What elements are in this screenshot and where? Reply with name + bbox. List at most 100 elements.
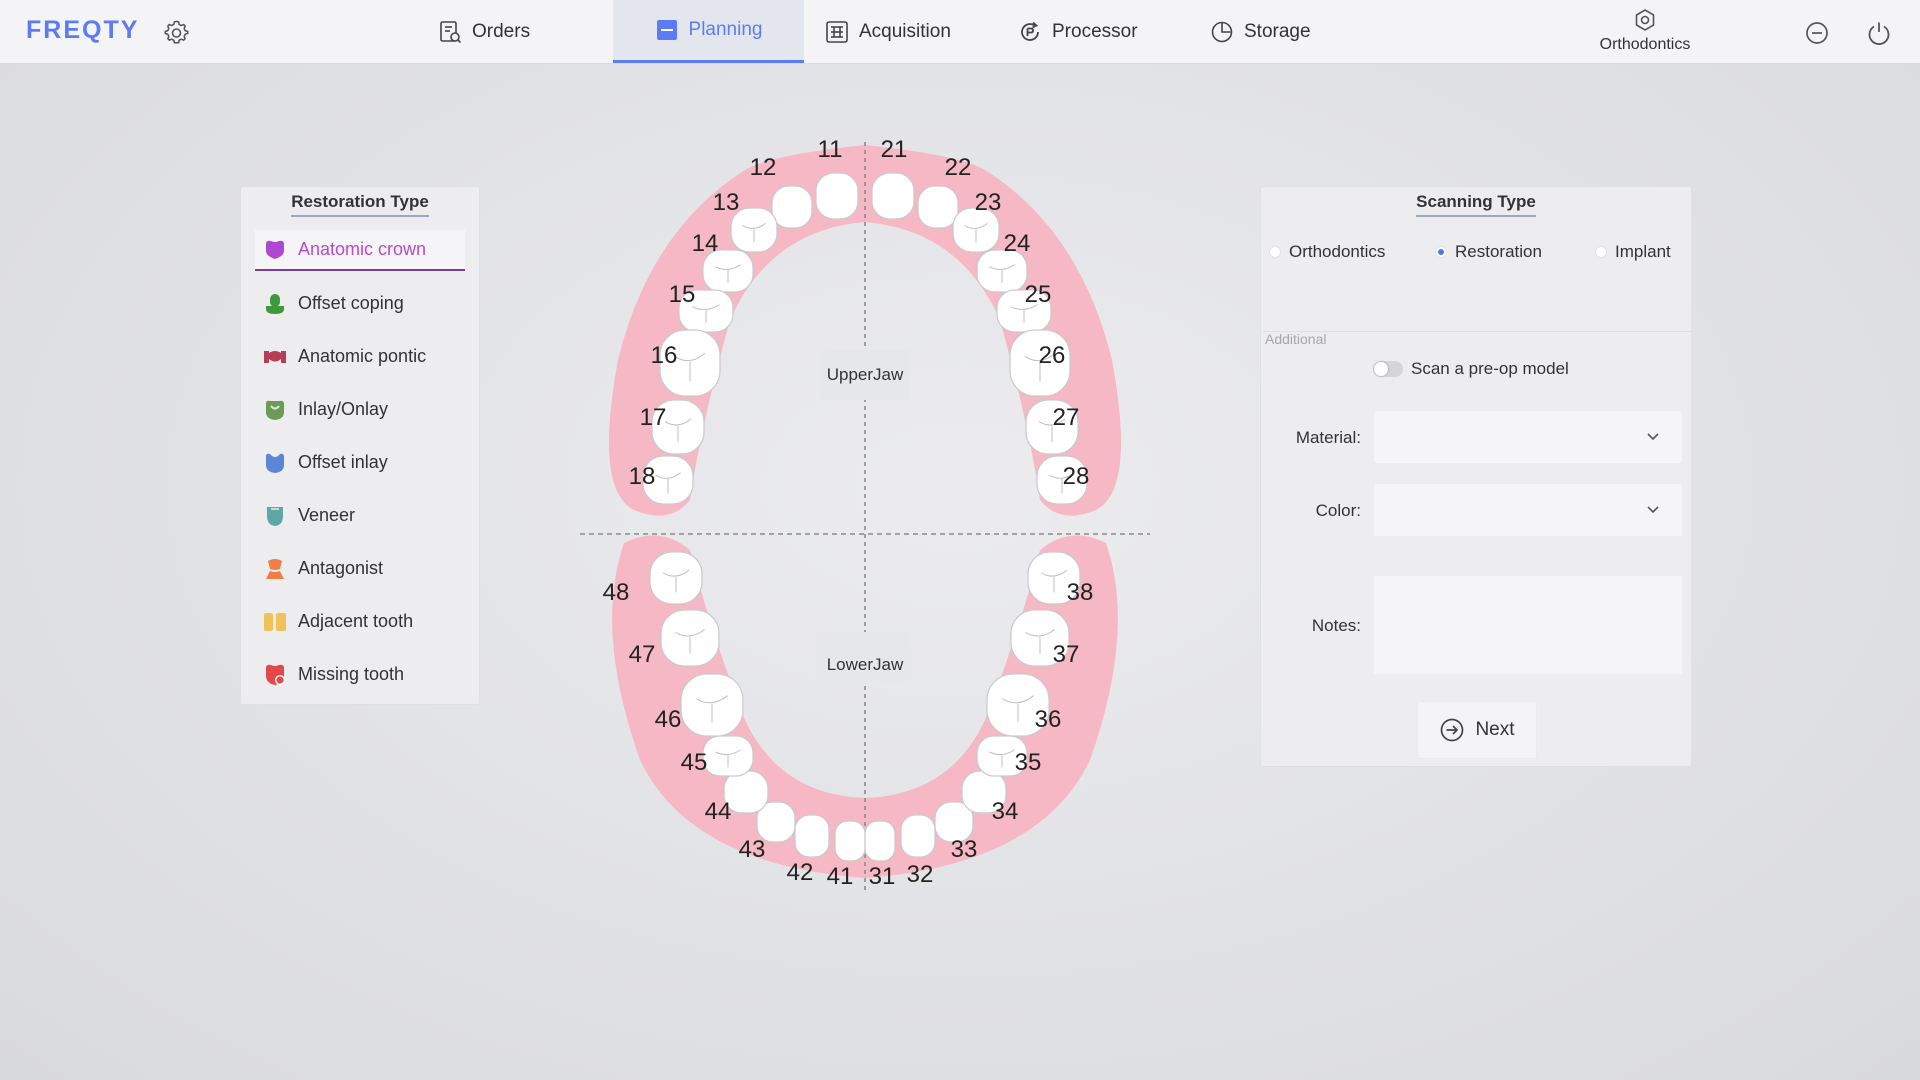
tooth[interactable] — [771, 185, 813, 229]
missing-tooth-icon — [266, 664, 285, 685]
processor-icon — [1021, 21, 1039, 41]
tooth-number-label: 15 — [669, 281, 696, 308]
orders-icon — [440, 20, 462, 43]
planning-icon — [656, 20, 677, 40]
tooth-number-label: 25 — [1025, 281, 1052, 308]
scan-mode-label: Orthodontics — [1599, 36, 1691, 53]
color-select[interactable] — [1374, 484, 1682, 536]
radio-label: Orthodontics — [1289, 242, 1386, 261]
chevron-down-icon — [1647, 506, 1659, 514]
divider — [1263, 331, 1691, 332]
tooth-number-label: 14 — [692, 230, 719, 257]
tooth-crown — [771, 185, 813, 229]
tooth[interactable] — [815, 172, 859, 220]
minimize-icon[interactable] — [1803, 19, 1831, 47]
tooth-chart: UpperJaw LowerJaw 11 12 13 14 15 16 17 18 21 22 23… — [570, 130, 1160, 900]
tooth-number-label: 24 — [1004, 230, 1031, 257]
tooth-crown — [871, 172, 915, 220]
tooth-number-label: 31 — [869, 863, 896, 890]
restoration-item-anatomic-crown[interactable]: Anatomic crown — [255, 230, 465, 271]
tooth[interactable] — [871, 172, 915, 220]
tooth-crown — [834, 820, 866, 862]
tab-storage-label: Storage — [1244, 20, 1311, 42]
tab-storage[interactable]: Storage — [1210, 0, 1330, 63]
notes-textarea[interactable] — [1374, 576, 1682, 674]
radio-restoration[interactable]: Restoration — [1435, 242, 1542, 262]
acquisition-icon — [826, 20, 848, 43]
tooth[interactable] — [900, 814, 936, 858]
storage-icon — [1211, 21, 1233, 42]
tab-orders[interactable]: Orders — [438, 0, 548, 63]
tooth-number-label: 41 — [827, 863, 854, 890]
tooth[interactable] — [834, 820, 866, 862]
chevron-down-icon — [1647, 433, 1659, 441]
tooth-number-label: 35 — [1015, 749, 1042, 776]
tooth[interactable] — [702, 735, 754, 777]
restoration-type-list: Anatomic crown Offset coping Anatomic po… — [255, 230, 465, 707]
coping-icon — [266, 293, 284, 314]
antagonist-icon — [266, 558, 284, 579]
tooth[interactable] — [917, 185, 959, 229]
tab-planning[interactable]: Planning — [613, 0, 804, 63]
tooth-number-label: 18 — [629, 463, 656, 490]
tooth-number-label: 23 — [975, 189, 1002, 216]
tooth-crown — [815, 172, 859, 220]
radio-dot — [1595, 246, 1607, 258]
tooth-crown — [864, 820, 896, 862]
restoration-item-inlay-onlay[interactable]: Inlay/Onlay — [255, 389, 465, 430]
tooth-number-label: 22 — [945, 154, 972, 181]
next-button[interactable]: Next — [1417, 701, 1537, 759]
tooth-number-label: 34 — [992, 798, 1019, 825]
restoration-type-panel: Restoration Type Anatomic crown Offset c… — [240, 186, 480, 705]
tooth-number-label: 42 — [787, 859, 814, 886]
restoration-item-label: Anatomic pontic — [298, 346, 427, 366]
tooth-number-label: 28 — [1063, 463, 1090, 490]
radio-implant[interactable]: Implant — [1595, 242, 1671, 262]
inlay-onlay-icon — [266, 400, 284, 420]
tab-acquisition[interactable]: Acquisition — [825, 0, 975, 63]
tooth[interactable] — [680, 673, 744, 737]
tooth-number-label: 44 — [705, 798, 732, 825]
tooth[interactable] — [660, 609, 720, 667]
tooth-crown — [794, 814, 830, 858]
restoration-item-offset-inlay[interactable]: Offset inlay — [255, 442, 465, 483]
restoration-item-veneer[interactable]: Veneer — [255, 495, 465, 536]
tooth[interactable] — [649, 551, 703, 605]
material-select[interactable] — [1374, 411, 1682, 463]
preop-toggle-label: Scan a pre-op model — [1411, 359, 1569, 378]
app-logo: FREQTY — [26, 16, 140, 44]
restoration-item-antagonist[interactable]: Antagonist — [255, 548, 465, 589]
preop-toggle-row: Scan a pre-op model — [1373, 359, 1569, 379]
preop-toggle[interactable] — [1373, 361, 1403, 377]
restoration-item-missing-tooth[interactable]: Missing tooth — [255, 654, 465, 695]
restoration-item-adjacent-tooth[interactable]: Adjacent tooth — [255, 601, 465, 642]
tooth-number-label: 43 — [739, 836, 766, 863]
lower-jaw-label: LowerJaw — [827, 655, 904, 674]
restoration-item-anatomic-pontic[interactable]: Anatomic pontic — [255, 336, 465, 377]
offset-inlay-icon — [266, 453, 284, 473]
tooth-number-label: 48 — [603, 579, 630, 606]
mode-hexagon-icon — [1635, 9, 1655, 31]
restoration-item-label: Offset coping — [298, 293, 404, 313]
radio-dot — [1435, 246, 1447, 258]
color-label: Color: — [1315, 501, 1361, 520]
tooth-number-label: 11 — [818, 136, 843, 163]
tooth-number-label: 46 — [655, 706, 682, 733]
scan-mode-indicator: Orthodontics — [1590, 8, 1700, 60]
tooth-number-label: 33 — [951, 836, 978, 863]
tab-processor[interactable]: Processor — [1018, 0, 1158, 63]
tooth-number-label: 38 — [1067, 579, 1094, 606]
tooth-number-label: 45 — [681, 749, 708, 776]
tab-orders-label: Orders — [472, 20, 531, 42]
restoration-item-label: Anatomic crown — [298, 239, 427, 259]
radio-orthodontics[interactable]: Orthodontics — [1269, 242, 1385, 262]
tooth[interactable] — [794, 814, 830, 858]
restoration-item-offset-coping[interactable]: Offset coping — [255, 283, 465, 324]
scanning-type-options: Orthodontics Restoration Implant — [1269, 242, 1689, 272]
arrow-right-circle-icon — [1441, 718, 1464, 742]
next-button-label: Next — [1475, 719, 1515, 740]
restoration-item-label: Offset inlay — [298, 452, 388, 472]
power-icon[interactable] — [1865, 19, 1893, 47]
tooth[interactable] — [864, 820, 896, 862]
settings-gear-icon[interactable] — [164, 20, 190, 46]
